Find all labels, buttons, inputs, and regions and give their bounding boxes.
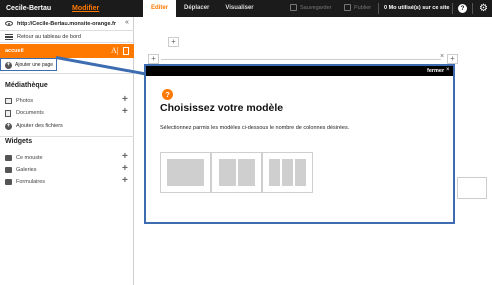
media-item-label: Photos — [16, 98, 34, 104]
add-page-button[interactable]: + Ajouter une page — [0, 58, 57, 71]
modal-header: fermer × — [146, 66, 453, 76]
close-button[interactable]: fermer — [427, 68, 444, 74]
rename-icon[interactable]: A| — [111, 46, 118, 55]
block-outline — [457, 177, 487, 199]
plus-circle-icon: + — [5, 61, 12, 69]
add-page-label: Ajouter une page — [15, 62, 54, 68]
page-settings-icon[interactable] — [123, 47, 129, 55]
widget-item[interactable]: Galeries + — [0, 163, 134, 176]
mode-tabs: Editer Déplacer Visualiser — [143, 0, 262, 17]
widget-icon — [5, 155, 12, 161]
site-name: Cecile-Bertau — [6, 5, 52, 12]
media-item-photos[interactable]: Photos + — [0, 94, 134, 107]
publish-label: Publier — [354, 5, 372, 11]
help-icon[interactable]: ? — [458, 4, 467, 13]
collapse-sidebar-icon[interactable]: « — [125, 19, 129, 26]
widget-item[interactable]: Ce mouste + — [0, 151, 134, 164]
divider — [0, 73, 134, 74]
remove-block-icon[interactable]: × — [440, 53, 444, 60]
publish-icon — [344, 4, 351, 12]
add-widget-icon[interactable]: + — [122, 151, 128, 162]
storage-usage: 0 Mo utilisé(s) sur ce site — [384, 5, 450, 11]
top-bar: Cecile-Bertau Modifier Editer Déplacer V… — [0, 0, 492, 17]
add-widget-icon[interactable]: + — [122, 175, 128, 186]
widget-item[interactable]: Formulaires + — [0, 175, 134, 188]
add-files-label: Ajouter des fichiers — [16, 123, 63, 129]
current-page-label: accueil — [5, 48, 24, 54]
layout-option-2-columns[interactable] — [211, 152, 262, 193]
block-outline — [161, 59, 441, 60]
add-block-button[interactable]: + — [148, 54, 159, 64]
add-documents-icon[interactable]: + — [122, 106, 128, 117]
close-icon[interactable]: × — [446, 67, 450, 73]
toolbar-divider — [472, 3, 473, 14]
image-icon — [5, 98, 12, 104]
current-page-item[interactable]: accueil A| — [0, 44, 134, 58]
add-files-button[interactable]: + Ajouter des fichiers — [0, 120, 134, 132]
widget-item-label: Formulaires — [16, 179, 46, 185]
media-item-documents[interactable]: Documents + — [0, 106, 134, 119]
back-to-dashboard[interactable]: Retour au tableau de bord — [0, 31, 134, 43]
save-button[interactable]: Sauvegarder — [290, 0, 332, 17]
save-icon — [290, 4, 297, 12]
toolbar-divider — [452, 3, 453, 14]
add-widget-icon[interactable]: + — [122, 163, 128, 174]
column-preview — [237, 159, 255, 186]
help-icon[interactable]: ? — [162, 89, 173, 100]
widget-item-label: Ce mouste — [16, 155, 43, 161]
widget-icon — [5, 167, 12, 173]
modal-title: Choisissez votre modèle — [160, 102, 284, 114]
add-block-button[interactable]: + — [447, 54, 458, 64]
layout-option-3-columns[interactable] — [262, 152, 313, 193]
toolbar-divider — [378, 3, 379, 14]
media-section-title: Médiathèque — [5, 82, 48, 89]
tab-preview[interactable]: Visualiser — [217, 0, 261, 17]
site-url[interactable]: http://Cecile-Bertau.monsite-orange.fr — [17, 21, 116, 27]
widget-icon — [5, 179, 12, 185]
menu-icon — [5, 34, 13, 40]
document-icon — [5, 109, 11, 117]
publish-button[interactable]: Publier — [344, 0, 371, 17]
back-label: Retour au tableau de bord — [17, 34, 81, 40]
layout-options — [160, 152, 313, 193]
column-preview — [269, 159, 280, 186]
site-url-row[interactable]: http://Cecile-Bertau.monsite-orange.fr « — [0, 17, 134, 31]
tab-edit[interactable]: Editer — [143, 0, 177, 17]
modify-link[interactable]: Modifier — [72, 5, 99, 12]
layout-option-1-column[interactable] — [160, 152, 211, 193]
eye-icon — [5, 21, 13, 26]
modal-description: Sélectionnez parmis les modèles ci-desso… — [160, 125, 350, 131]
column-preview — [167, 159, 204, 186]
tab-move[interactable]: Déplacer — [176, 0, 217, 17]
widget-item-label: Galeries — [16, 167, 37, 173]
add-block-button[interactable]: + — [168, 37, 179, 47]
divider — [0, 136, 134, 137]
media-item-label: Documents — [16, 110, 44, 116]
plus-circle-icon: + — [5, 122, 12, 130]
gear-icon[interactable]: ⚙ — [479, 3, 488, 14]
column-preview — [295, 159, 306, 186]
save-label: Sauvegarder — [300, 5, 332, 11]
column-preview — [218, 159, 236, 186]
add-photos-icon[interactable]: + — [122, 94, 128, 105]
column-preview — [282, 159, 293, 186]
template-chooser-modal: fermer × ? Choisissez votre modèle Sélec… — [144, 64, 455, 224]
widgets-section-title: Widgets — [5, 138, 33, 145]
